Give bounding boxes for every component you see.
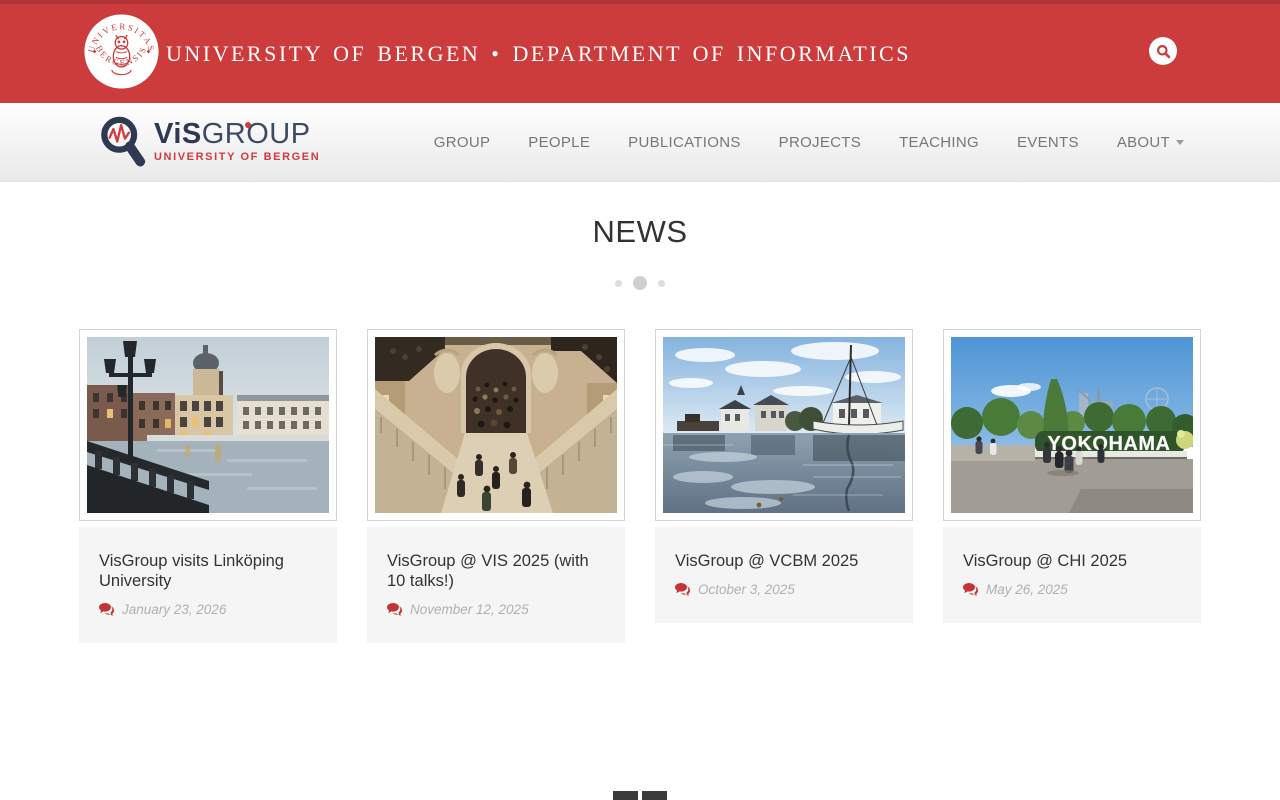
news-photo-linkoping[interactable] [79,329,337,521]
comments-icon [675,583,690,596]
news-card: YOKOHAMA [943,329,1201,623]
news-card: VisGroup @ VCBM 2025 October 3, 2025 [655,329,913,623]
news-card-title[interactable]: VisGroup @ VCBM 2025 [675,551,893,571]
nav-item-about[interactable]: ABOUT [1117,134,1184,151]
carousel-dot-1[interactable] [615,280,622,287]
logo-group-text: GROUP [202,119,311,149]
news-photo-staircase[interactable] [367,329,625,521]
nav-item-group[interactable]: GROUP [434,134,491,151]
news-card-date: May 26, 2025 [986,582,1068,597]
news-card: VisGroup visits Linköping University Jan… [79,329,337,643]
search-icon [1156,44,1171,59]
news-card-date: October 3, 2025 [698,582,795,597]
search-button[interactable] [1149,37,1177,65]
logo-subtitle: UNIVERSITY OF BERGEN [154,151,320,163]
news-photo-canal[interactable] [655,329,913,521]
nav-item-teaching[interactable]: TEACHING [899,134,979,151]
news-card-date-row: November 12, 2025 [387,602,605,617]
news-photo-yokohama[interactable]: YOKOHAMA [943,329,1201,521]
news-card-title[interactable]: VisGroup visits Linköping University [99,551,317,591]
news-card-caption: VisGroup @ CHI 2025 May 26, 2025 [943,527,1201,623]
news-card-date: January 23, 2026 [122,602,226,617]
nav-item-projects[interactable]: PROJECTS [779,134,861,151]
carousel-dot-3[interactable] [658,280,665,287]
logo-vis-text: ViS [154,119,202,149]
news-card-caption: VisGroup @ VCBM 2025 October 3, 2025 [655,527,913,623]
nav-item-people[interactable]: PEOPLE [528,134,590,151]
nav-item-publications[interactable]: PUBLICATIONS [628,134,741,151]
banner-title: UNIVERSITY OF BERGEN • DEPARTMENT OF INF… [166,4,911,103]
news-cards-row: VisGroup visits Linköping University Jan… [79,329,1201,643]
comments-icon [963,583,978,596]
news-card-date: November 12, 2025 [410,602,529,617]
news-card: VisGroup @ VIS 2025 (with 10 talks!) Nov… [367,329,625,643]
carousel-prev-button[interactable]: ‹ [613,791,638,800]
carousel-dots [0,276,1280,290]
nav-item-events[interactable]: EVENTS [1017,134,1079,151]
news-card-title[interactable]: VisGroup @ CHI 2025 [963,551,1181,571]
news-card-caption: VisGroup visits Linköping University Jan… [79,527,337,643]
nav-menu: GROUP PEOPLE PUBLICATIONS PROJECTS TEACH… [434,134,1184,151]
news-card-date-row: May 26, 2025 [963,582,1181,597]
page: UNIVERSITAS BERGENSIS UNIVERSITY OF BERG… [0,0,1280,800]
visgroup-logo[interactable]: ViSGROUP UNIVERSITY OF BERGEN [100,115,320,169]
news-card-date-row: January 23, 2026 [99,602,317,617]
news-card-caption: VisGroup @ VIS 2025 (with 10 talks!) Nov… [367,527,625,643]
top-banner: UNIVERSITAS BERGENSIS UNIVERSITY OF BERG… [0,0,1280,103]
carousel-next-button[interactable]: › [642,791,667,800]
carousel-dot-2-active[interactable] [633,276,647,290]
uib-seal-logo[interactable]: UNIVERSITAS BERGENSIS [83,13,160,90]
logo-i-dot [245,122,251,128]
chevron-down-icon [1176,140,1184,145]
main-navbar: ViSGROUP UNIVERSITY OF BERGEN GROUP PEOP… [0,103,1280,182]
comments-icon [387,603,402,616]
news-card-date-row: October 3, 2025 [675,582,893,597]
news-heading: NEWS [0,214,1280,250]
news-card-title[interactable]: VisGroup @ VIS 2025 (with 10 talks!) [387,551,605,591]
logo-magnifier-icon [100,115,148,169]
comments-icon [99,603,114,616]
